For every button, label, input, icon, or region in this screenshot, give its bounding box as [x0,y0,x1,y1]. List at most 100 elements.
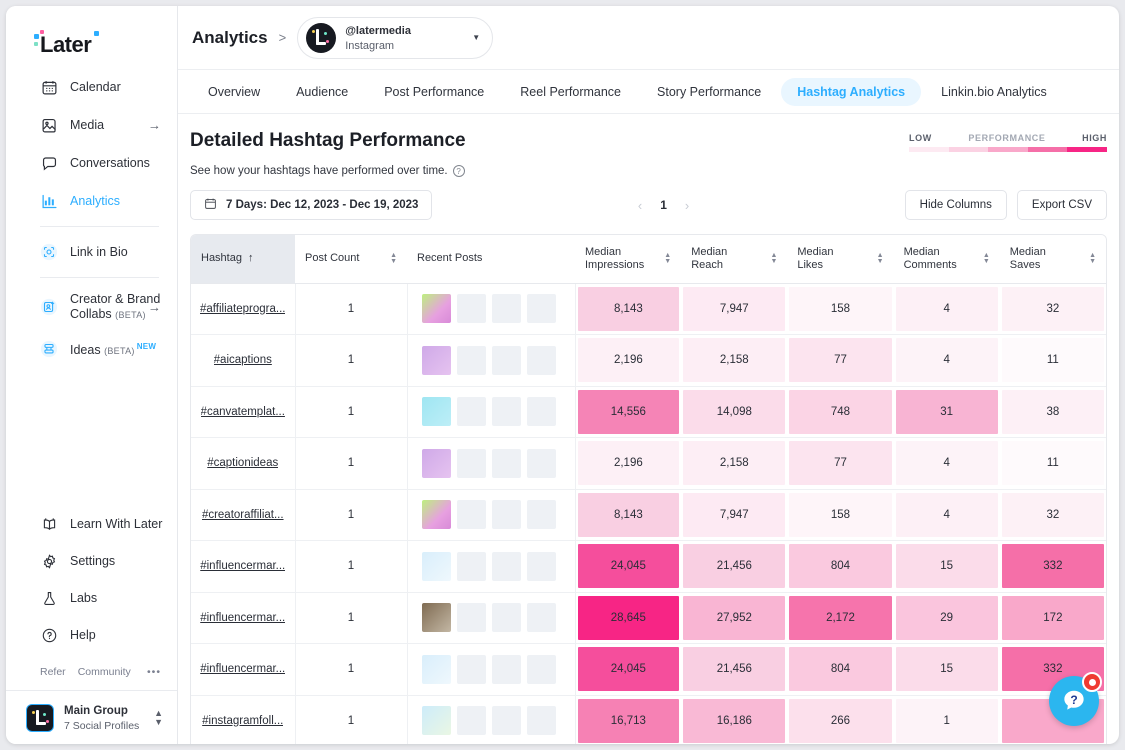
export-csv-button[interactable]: Export CSV [1016,190,1107,220]
column-label: Post Count [305,252,360,265]
metric-value: 2,158 [683,338,786,383]
metric-value: 32 [1001,492,1104,537]
account-switcher[interactable]: Main Group 7 Social Profiles ▲ ▼ [6,690,177,744]
new-badge: NEW [136,341,157,351]
chevron-down-icon: ▼ [472,33,481,42]
post-thumbnail-empty [456,397,486,427]
cell-recent-posts [407,283,576,335]
column-header-median-comments[interactable]: Median Comments ▲ ▼ [893,235,1000,284]
sidebar-item-label: Help [70,627,96,642]
post-thumbnail-empty [456,294,486,324]
post-thumbnail-empty [526,397,556,427]
table-row[interactable]: #affiliateprogra... 1 8,143 7,947 158 4 32 [191,283,1106,335]
sidebar-item-learn-with-later[interactable]: Learn With Later [6,509,177,539]
hashtag-link[interactable]: #aicaptions [214,354,272,366]
column-label-line2: Saves [1009,258,1041,271]
table-row[interactable]: #instagramfoll... 1 16,713 16,186 266 1 [191,695,1106,744]
community-link[interactable]: Community [78,666,131,678]
post-thumbnail[interactable] [421,397,451,427]
sort-ascending-icon: ↑ [247,252,254,265]
tab-hashtag-analytics[interactable]: Hashtag Analytics [781,77,922,106]
avatar [26,703,54,732]
post-thumbnail[interactable] [421,345,451,375]
table-row[interactable]: #influencermar... 1 24,045 21,456 804 15 332 [191,540,1106,593]
cell-median-impressions: 8,143 [575,283,682,335]
hashtag-link[interactable]: #influencermar... [200,560,285,572]
cell-median-reach: 14,098 [681,386,788,438]
column-header-recent-posts: Recent Posts [407,235,575,284]
column-label-line1: Median [585,245,622,258]
cell-hashtag: #influencermar... [191,540,296,593]
sidebar-item-link-in-bio[interactable]: Link in Bio [6,237,177,267]
post-thumbnail[interactable] [421,603,451,633]
sidebar-item-ideas[interactable]: Ideas (BETA) NEW [6,334,177,364]
date-range-picker[interactable]: 7 Days: Dec 12, 2023 - Dec 19, 2023 [190,190,433,220]
column-header-median-likes[interactable]: Median Likes ▲ ▼ [787,235,894,284]
metric-value: 158 [789,492,892,537]
metric-value: 11 [1001,338,1104,383]
help-chat-button[interactable]: ? [1049,672,1102,726]
table-row[interactable]: #canvatemplat... 1 14,556 14,098 748 31 38 [191,386,1106,438]
tab-linkinbio-analytics[interactable]: Linkin.bio Analytics [925,78,1063,106]
column-header-hashtag[interactable]: Hashtag ↑ [191,235,295,284]
tab-audience[interactable]: Audience [280,78,364,106]
post-thumbnail-empty [491,345,521,375]
sidebar-item-collabs[interactable]: Creator & Brand Collabs (BETA) → [6,288,177,326]
post-thumbnail-empty [456,654,486,684]
hashtag-table: Hashtag ↑ Post Count ▲ ▼ Recent Posts Me… [191,235,1106,744]
hashtag-link[interactable]: #canvatemplat... [201,406,285,418]
post-thumbnail[interactable] [421,654,451,684]
tab-overview[interactable]: Overview [192,78,276,106]
post-thumbnail[interactable] [421,706,451,736]
sidebar-item-settings[interactable]: Settings [6,546,177,576]
hashtag-link[interactable]: #affiliateprogra... [200,303,285,315]
sidebar-item-label: Analytics [70,193,121,208]
post-thumbnail-empty [491,603,521,633]
tab-story-performance[interactable]: Story Performance [641,78,777,106]
post-thumbnail[interactable] [421,294,451,324]
metric-value: 77 [789,338,892,383]
account-name: Main Group [64,704,128,717]
sidebar-item-label: Link in Bio [70,244,128,259]
sidebar-item-calendar[interactable]: Calendar [6,72,177,102]
sidebar-item-labs[interactable]: Labs [6,583,177,613]
cell-hashtag: #influencermar... [191,643,296,696]
post-thumbnail[interactable] [421,500,451,530]
column-header-median-saves[interactable]: Median Saves ▲ ▼ [999,235,1106,284]
post-thumbnail[interactable] [421,448,451,478]
table-row[interactable]: #creatoraffiliat... 1 8,143 7,947 158 4 32 [191,489,1106,541]
table-row[interactable]: #influencermar... 1 28,645 27,952 2,172 29 172 [191,592,1106,644]
column-header-post-count[interactable]: Post Count ▲ ▼ [295,235,407,284]
post-thumbnail[interactable] [421,551,451,581]
table-row[interactable]: #influencermar... 1 24,045 21,456 804 15 332 [191,643,1106,696]
profile-selector[interactable]: @latermedia Instagram ▼ [297,16,494,59]
sidebar-item-analytics[interactable]: Analytics [6,186,177,216]
sort-icon: ▲ ▼ [390,251,397,265]
table-row[interactable]: #captionideas 1 2,196 2,158 77 4 11 [191,437,1106,490]
hashtag-link[interactable]: #creatoraffiliat... [202,509,284,521]
metric-value: 266 [789,698,892,743]
prev-page-button[interactable]: ‹ [638,199,642,212]
hashtag-link[interactable]: #instagramfoll... [202,715,283,727]
column-header-median-reach[interactable]: Median Reach ▲ ▼ [681,235,788,284]
hashtag-link[interactable]: #captionideas [207,457,278,469]
later-logo[interactable]: Later [34,30,124,60]
help-tooltip-icon[interactable]: ? [452,165,465,177]
sidebar-item-media[interactable]: Media → [6,110,177,140]
beta-badge: (BETA) [104,346,135,357]
sidebar-item-conversations[interactable]: Conversations [6,148,177,178]
tab-reel-performance[interactable]: Reel Performance [504,78,637,106]
sidebar-item-help[interactable]: Help [6,620,177,650]
cell-recent-posts [407,437,576,490]
tab-post-performance[interactable]: Post Performance [368,78,500,106]
more-options-icon[interactable]: ••• [147,666,161,678]
table-row[interactable]: #aicaptions 1 2,196 2,158 77 4 11 [191,334,1106,387]
post-thumbnail-empty [526,448,556,478]
hashtag-link[interactable]: #influencermar... [200,663,285,675]
column-label: Recent Posts [417,252,483,265]
hide-columns-button[interactable]: Hide Columns [904,190,1007,220]
hashtag-link[interactable]: #influencermar... [200,612,285,624]
next-page-button[interactable]: › [685,199,689,212]
column-header-median-impressions[interactable]: Median Impressions ▲ ▼ [575,235,682,284]
refer-link[interactable]: Refer [40,666,66,678]
